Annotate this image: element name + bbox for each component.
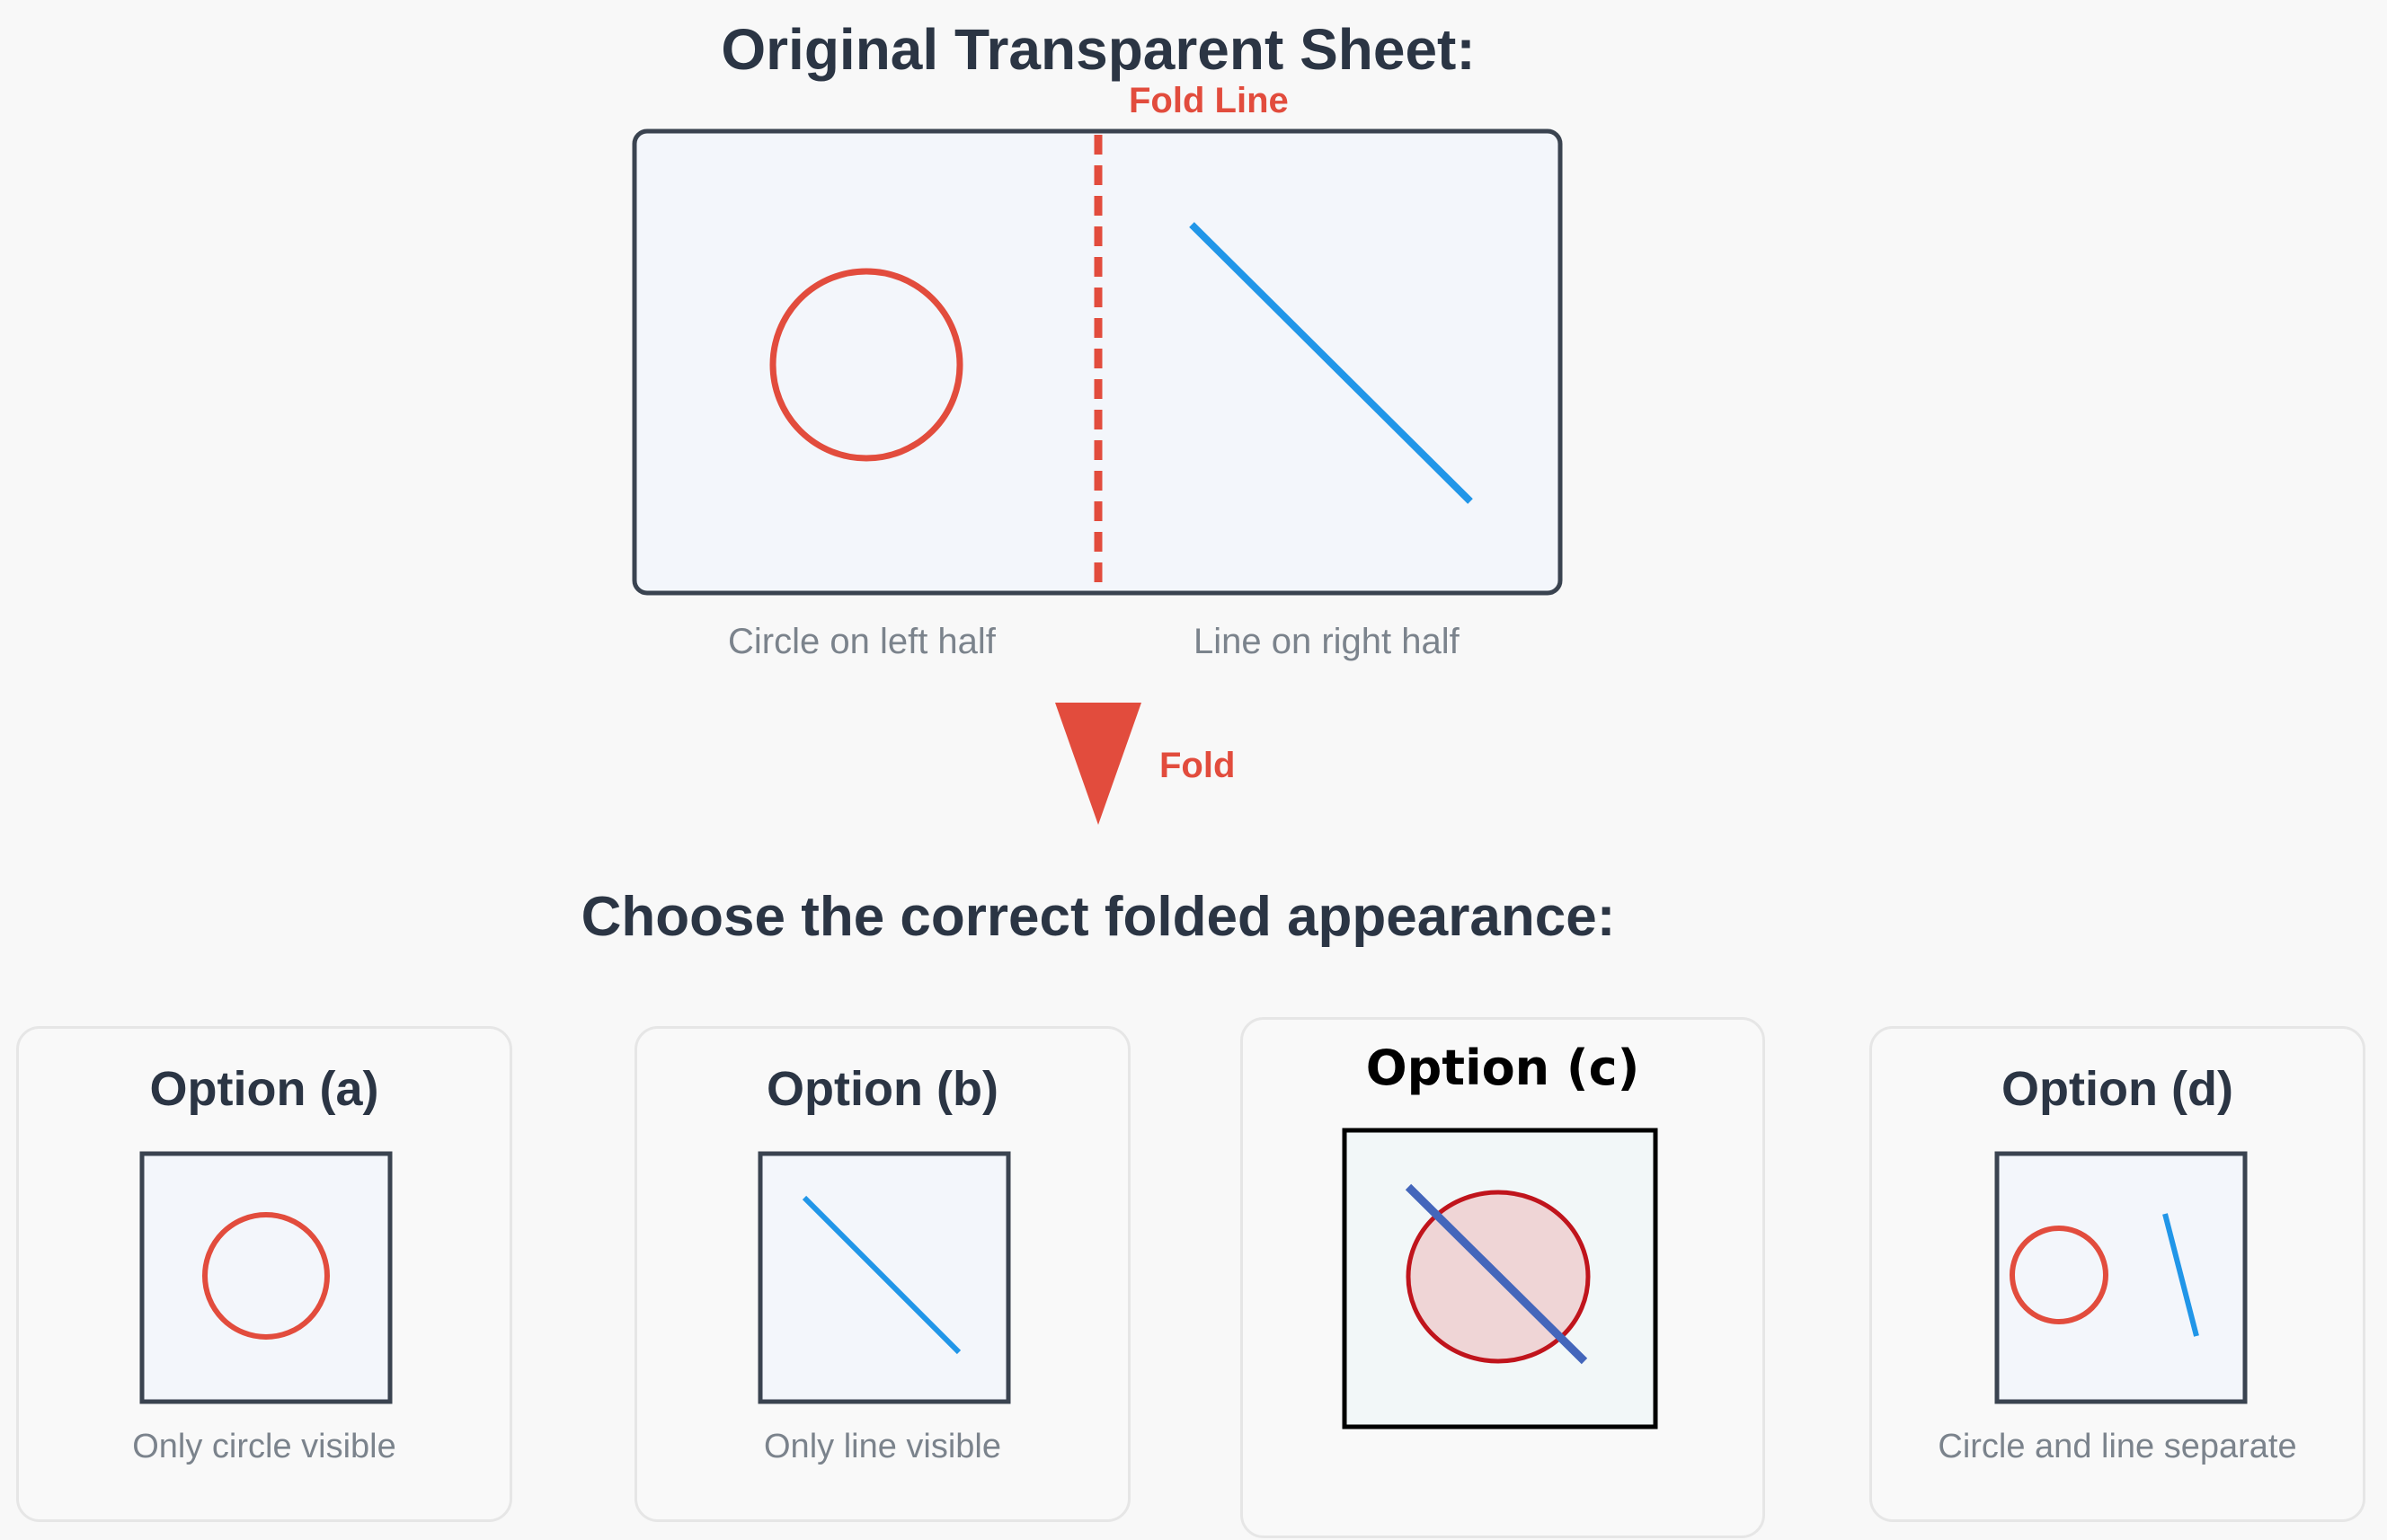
right-half-caption: Line on right half — [1194, 622, 1460, 661]
option-d-card[interactable]: Option (d) Circle and line separate — [1869, 1026, 2365, 1522]
option-c-figure — [1342, 1128, 1658, 1429]
option-b-title: Option (b) — [767, 1062, 998, 1116]
option-c-card[interactable]: Option (c) — [1240, 1017, 1765, 1538]
option-b-figure — [758, 1151, 1011, 1404]
left-half-caption: Circle on left half — [728, 622, 996, 661]
option-a-card[interactable]: Option (a) Only circle visible — [16, 1026, 512, 1522]
option-d-title: Option (d) — [2001, 1062, 2233, 1116]
fold-arrow-icon — [1055, 703, 1141, 825]
fold-label: Fold — [1159, 746, 1236, 785]
option-b-card[interactable]: Option (b) Only line visible — [634, 1026, 1131, 1522]
option-c-title: Option (c) — [1365, 1040, 1640, 1096]
fold-line-label: Fold Line — [1129, 81, 1289, 120]
option-a-caption: Only circle visible — [132, 1428, 396, 1465]
fold-puzzle: Original Transparent Sheet: Fold Line Ci… — [0, 0, 2387, 1540]
option-d-figure — [1994, 1151, 2248, 1404]
question-text: Choose the correct folded appearance: — [581, 886, 1616, 948]
option-b-caption: Only line visible — [764, 1428, 1001, 1465]
option-d-caption: Circle and line separate — [1938, 1428, 2297, 1465]
option-a-figure — [139, 1151, 393, 1404]
page-title: Original Transparent Sheet: — [721, 17, 1476, 82]
original-sheet — [632, 128, 1563, 596]
option-a-title: Option (a) — [149, 1062, 379, 1116]
